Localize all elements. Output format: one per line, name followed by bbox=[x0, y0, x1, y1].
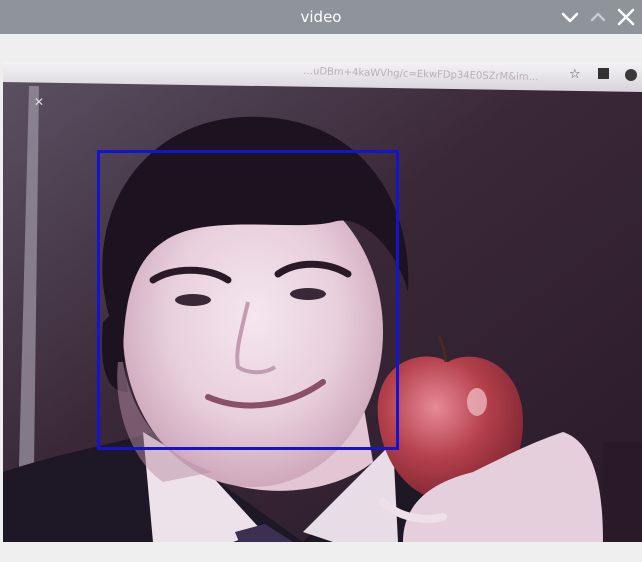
close-button[interactable] bbox=[614, 5, 638, 29]
face-detection-box bbox=[97, 150, 399, 450]
maximize-button[interactable] bbox=[586, 5, 610, 29]
window-titlebar[interactable]: video bbox=[0, 0, 642, 34]
shield-icon bbox=[625, 69, 637, 81]
star-icon: ☆ bbox=[569, 67, 581, 82]
close-icon bbox=[617, 8, 635, 26]
chevron-up-icon bbox=[590, 12, 606, 22]
window-title: video bbox=[300, 8, 342, 26]
chevron-down-icon bbox=[561, 12, 579, 23]
video-frame: …uDBm+4kaWVhg/c=EkwFDp34E0SZrM&im… ☆ ✕ bbox=[3, 62, 642, 542]
minimize-button[interactable] bbox=[558, 5, 582, 29]
video-window: video …uDBm+4kaWVhg/c=EkwFDp34E0SZrM&im…… bbox=[0, 0, 642, 562]
close-icon: ✕ bbox=[34, 95, 44, 109]
extension-icon bbox=[598, 68, 609, 79]
